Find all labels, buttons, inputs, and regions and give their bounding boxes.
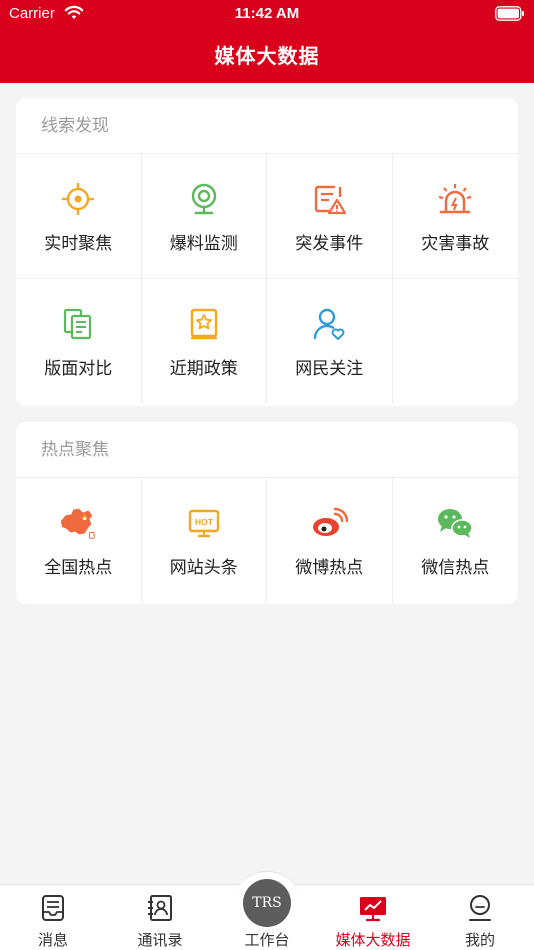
alert-document-icon xyxy=(309,179,349,219)
tab-contacts[interactable]: 通讯录 xyxy=(107,885,213,950)
crosshair-icon xyxy=(58,179,98,219)
weibo-icon xyxy=(309,503,349,543)
grid-item-emergency-events[interactable]: 突发事件 xyxy=(267,154,393,279)
tab-label: 媒体大数据 xyxy=(335,931,411,949)
inbox-icon xyxy=(42,895,64,921)
user-profile-icon xyxy=(469,895,491,921)
contacts-book-icon xyxy=(148,895,172,921)
grid-item-label: 网民关注 xyxy=(295,359,364,379)
policy-book-icon xyxy=(184,304,224,344)
grid-item-label: 实时聚焦 xyxy=(44,234,113,254)
hot-monitor-icon: HOT xyxy=(184,503,224,543)
tab-label: 工作台 xyxy=(244,931,290,949)
grid-empty-cell xyxy=(393,279,519,404)
alarm-siren-icon xyxy=(435,179,475,219)
tab-label: 我的 xyxy=(464,931,495,949)
grid-item-label: 近期政策 xyxy=(169,359,238,379)
page-title: 媒体大数据 xyxy=(214,44,320,68)
hot-badge-text: HOT xyxy=(195,517,214,527)
clock: 11:42 AM xyxy=(234,5,300,22)
grid-item-label: 版面对比 xyxy=(44,359,113,379)
user-heart-icon xyxy=(309,304,349,344)
grid-item-recent-policy[interactable]: 近期政策 xyxy=(142,279,267,404)
tab-label: 消息 xyxy=(37,931,68,949)
tab-media-big-data[interactable]: 媒体大数据 xyxy=(320,885,426,950)
tab-label: 通讯录 xyxy=(137,931,183,949)
grid-item-disaster-accidents[interactable]: 灾害事故 xyxy=(392,154,518,279)
wechat-icon xyxy=(435,503,475,543)
grid-item-label: 网站头条 xyxy=(169,558,238,578)
trs-logo[interactable]: TRS xyxy=(243,879,291,927)
grid-item-weibo-hot[interactable]: 微博热点 xyxy=(267,478,393,603)
section-hot-focus: 热点聚焦 全国热点 HOT 网站头条 微博热点 微信热点 xyxy=(16,422,518,604)
grid-item-label: 微博热点 xyxy=(295,558,364,578)
grid-item-wechat-hot[interactable]: 微信热点 xyxy=(393,478,519,603)
grid-item-netizen-attention[interactable]: 网民关注 xyxy=(267,279,393,404)
top-navigation-bar: Carrier 11:42 AM 媒体大数据 xyxy=(0,0,534,83)
grid-item-website-headlines[interactable]: HOT 网站头条 xyxy=(142,478,267,603)
china-map-icon xyxy=(58,503,98,543)
grid-item-layout-compare[interactable]: 版面对比 xyxy=(16,279,142,404)
section-title: 线索发现 xyxy=(16,98,518,154)
grid-item-label: 全国热点 xyxy=(44,558,113,578)
tab-messages[interactable]: 消息 xyxy=(0,885,106,950)
grid-item-label: 爆料监测 xyxy=(169,234,238,254)
grid-item-realtime-focus[interactable]: 实时聚焦 xyxy=(16,154,142,279)
grid-item-national-hot[interactable]: 全国热点 xyxy=(16,478,142,603)
section-title: 热点聚焦 xyxy=(16,422,518,478)
monitor-chart-icon xyxy=(360,897,386,922)
grid-item-label: 微信热点 xyxy=(421,558,490,578)
bottom-tab-bar: 消息 通讯录 工作台 TRS 媒体大数据 我的 xyxy=(0,871,534,950)
webcam-icon xyxy=(184,179,224,219)
section-clue-discovery: 线索发现 实时聚焦 爆料监测 突发事件 灾害事故 版面对比 近期政策 网民关注 xyxy=(16,98,518,406)
battery-icon xyxy=(495,6,524,21)
grid-item-label: 突发事件 xyxy=(295,234,364,254)
grid-item-label: 灾害事故 xyxy=(421,234,490,254)
grid-item-tipoff-monitor[interactable]: 爆料监测 xyxy=(141,154,267,279)
tab-profile[interactable]: 我的 xyxy=(427,885,533,950)
pages-compare-icon xyxy=(58,304,98,344)
status-bar: Carrier 11:42 AM xyxy=(0,0,534,28)
